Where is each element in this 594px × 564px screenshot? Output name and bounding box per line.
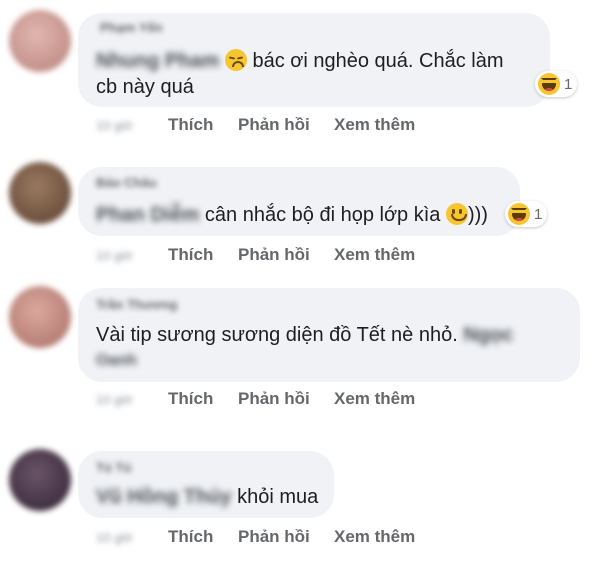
haha-reaction-icon bbox=[508, 203, 530, 225]
mention-tag[interactable]: Phan Diễm bbox=[96, 204, 199, 226]
comment-actions: 10 giờ Thích Phản hồi Xem thêm bbox=[0, 389, 594, 411]
see-more-button[interactable]: Xem thêm bbox=[334, 527, 415, 547]
see-more-button[interactable]: Xem thêm bbox=[334, 389, 415, 409]
see-more-button[interactable]: Xem thêm bbox=[334, 115, 415, 135]
reaction-badge[interactable]: 1 bbox=[505, 201, 548, 227]
reply-button[interactable]: Phản hồi bbox=[238, 389, 310, 409]
like-button[interactable]: Thích bbox=[168, 389, 213, 409]
reaction-count: 1 bbox=[564, 75, 573, 93]
reply-button[interactable]: Phản hồi bbox=[238, 527, 310, 547]
comment-author[interactable]: Phạm Yến bbox=[100, 20, 163, 35]
comment-actions: 10 giờ Thích Phản hồi Xem thêm bbox=[0, 527, 594, 549]
comment-text: Vũ Hồng Thủy khỏi mua bbox=[96, 485, 318, 509]
comment-text: Phan Diễm cân nhắc bộ đi họp lớp kìa ))) bbox=[96, 203, 488, 227]
comment-text: Vài tip sương sương diện đồ Tết nè nhỏ. … bbox=[96, 323, 513, 347]
reply-button[interactable]: Phản hồi bbox=[238, 115, 310, 135]
reaction-count: 1 bbox=[534, 205, 543, 223]
comment-text-line: bác ơi nghèo quá. Chắc làm bbox=[252, 50, 504, 72]
like-button[interactable]: Thích bbox=[168, 527, 213, 547]
see-more-button[interactable]: Xem thêm bbox=[334, 245, 415, 265]
comment-text-line: khỏi mua bbox=[237, 486, 319, 508]
comment-text-line: cân nhắc bộ đi họp lớp kìa bbox=[204, 204, 441, 226]
avatar[interactable] bbox=[9, 449, 71, 511]
comment-text-line: cb này quá bbox=[96, 76, 194, 98]
comment-text-suffix: ))) bbox=[467, 204, 488, 226]
reply-button[interactable]: Phản hồi bbox=[238, 245, 310, 265]
comment-actions: 10 giờ Thích Phản hồi Xem thêm bbox=[0, 115, 594, 137]
comment-author[interactable]: Trần Thương bbox=[96, 297, 178, 312]
timestamp[interactable]: 10 giờ bbox=[96, 118, 133, 133]
timestamp[interactable]: 10 giờ bbox=[96, 392, 133, 407]
comment-actions: 10 giờ Thích Phản hồi Xem thêm bbox=[0, 245, 594, 267]
mention-tag[interactable]: Oanh bbox=[96, 349, 137, 373]
avatar[interactable] bbox=[9, 286, 71, 348]
mention-tag[interactable]: Vũ Hồng Thủy bbox=[96, 486, 232, 508]
like-button[interactable]: Thích bbox=[168, 245, 213, 265]
mention-tag[interactable]: Ngọc bbox=[463, 324, 513, 346]
comment-author[interactable]: Bảo Châu bbox=[96, 175, 157, 190]
comment-text-line: Vài tip sương sương diện đồ Tết nè nhỏ. bbox=[96, 324, 458, 346]
smile-emoji-icon bbox=[445, 203, 468, 225]
haha-reaction-icon bbox=[538, 73, 560, 95]
timestamp[interactable]: 10 giờ bbox=[96, 248, 133, 263]
comment-text: Nhung Pham bác ơi nghèo quá. Chắc làm bbox=[96, 49, 504, 73]
sad-emoji-icon bbox=[224, 49, 247, 71]
reaction-badge[interactable]: 1 bbox=[535, 71, 578, 97]
mention-tag[interactable]: Nhung Pham bbox=[96, 50, 219, 72]
avatar[interactable] bbox=[9, 162, 71, 224]
like-button[interactable]: Thích bbox=[168, 115, 213, 135]
comment-author[interactable]: Tú Tú bbox=[96, 460, 131, 475]
avatar[interactable] bbox=[9, 10, 71, 72]
timestamp[interactable]: 10 giờ bbox=[96, 530, 133, 545]
